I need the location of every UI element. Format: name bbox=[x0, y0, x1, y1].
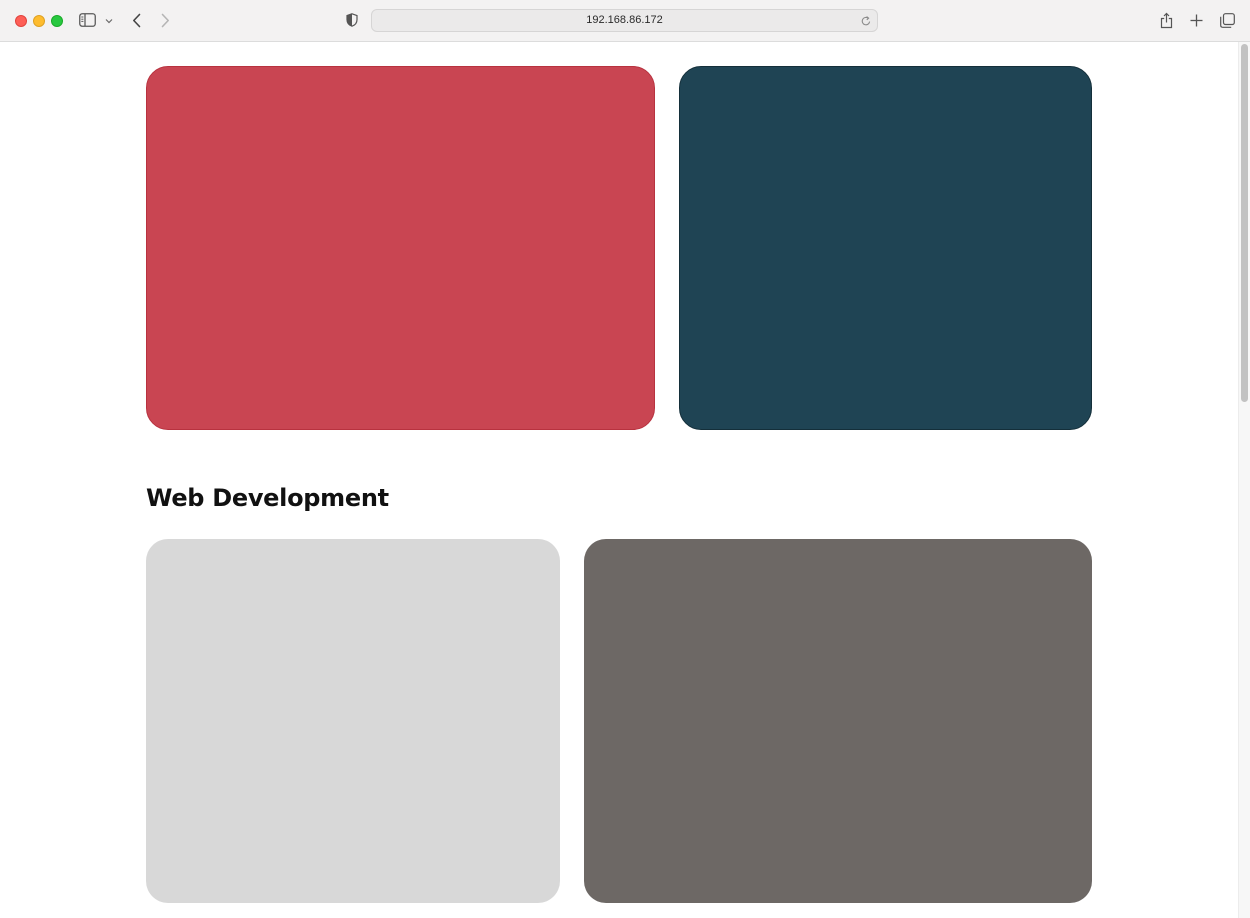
forward-arrow-icon[interactable] bbox=[157, 11, 173, 29]
reload-icon[interactable] bbox=[860, 14, 873, 27]
browser-toolbar: 192.168.86.172 bbox=[0, 0, 1250, 42]
zoom-window-button[interactable] bbox=[51, 15, 63, 27]
minimize-window-button[interactable] bbox=[33, 15, 45, 27]
tab-overview-icon[interactable] bbox=[1218, 12, 1236, 29]
address-bar[interactable]: 192.168.86.172 bbox=[371, 9, 878, 32]
project-card-red[interactable] bbox=[146, 66, 655, 430]
plus-icon[interactable] bbox=[1188, 12, 1204, 28]
close-window-button[interactable] bbox=[15, 15, 27, 27]
share-icon[interactable] bbox=[1158, 10, 1174, 30]
scrollbar-thumb[interactable] bbox=[1241, 44, 1248, 402]
back-arrow-icon[interactable] bbox=[128, 11, 144, 29]
project-card-light-gray[interactable] bbox=[146, 539, 560, 903]
url-text[interactable]: 192.168.86.172 bbox=[372, 10, 877, 31]
section-title-web-development: Web Development bbox=[146, 484, 389, 512]
page-content: Web Development bbox=[0, 42, 1238, 918]
page-scrollbar[interactable] bbox=[1238, 42, 1250, 918]
sidebar-toggle-icon[interactable] bbox=[78, 12, 96, 28]
browser-window: 192.168.86.172 Web Development bbox=[0, 0, 1250, 918]
project-card-navy[interactable] bbox=[679, 66, 1092, 430]
project-card-dark-gray[interactable] bbox=[584, 539, 1092, 903]
chevron-down-icon[interactable] bbox=[104, 16, 114, 25]
shield-icon[interactable] bbox=[345, 12, 359, 28]
